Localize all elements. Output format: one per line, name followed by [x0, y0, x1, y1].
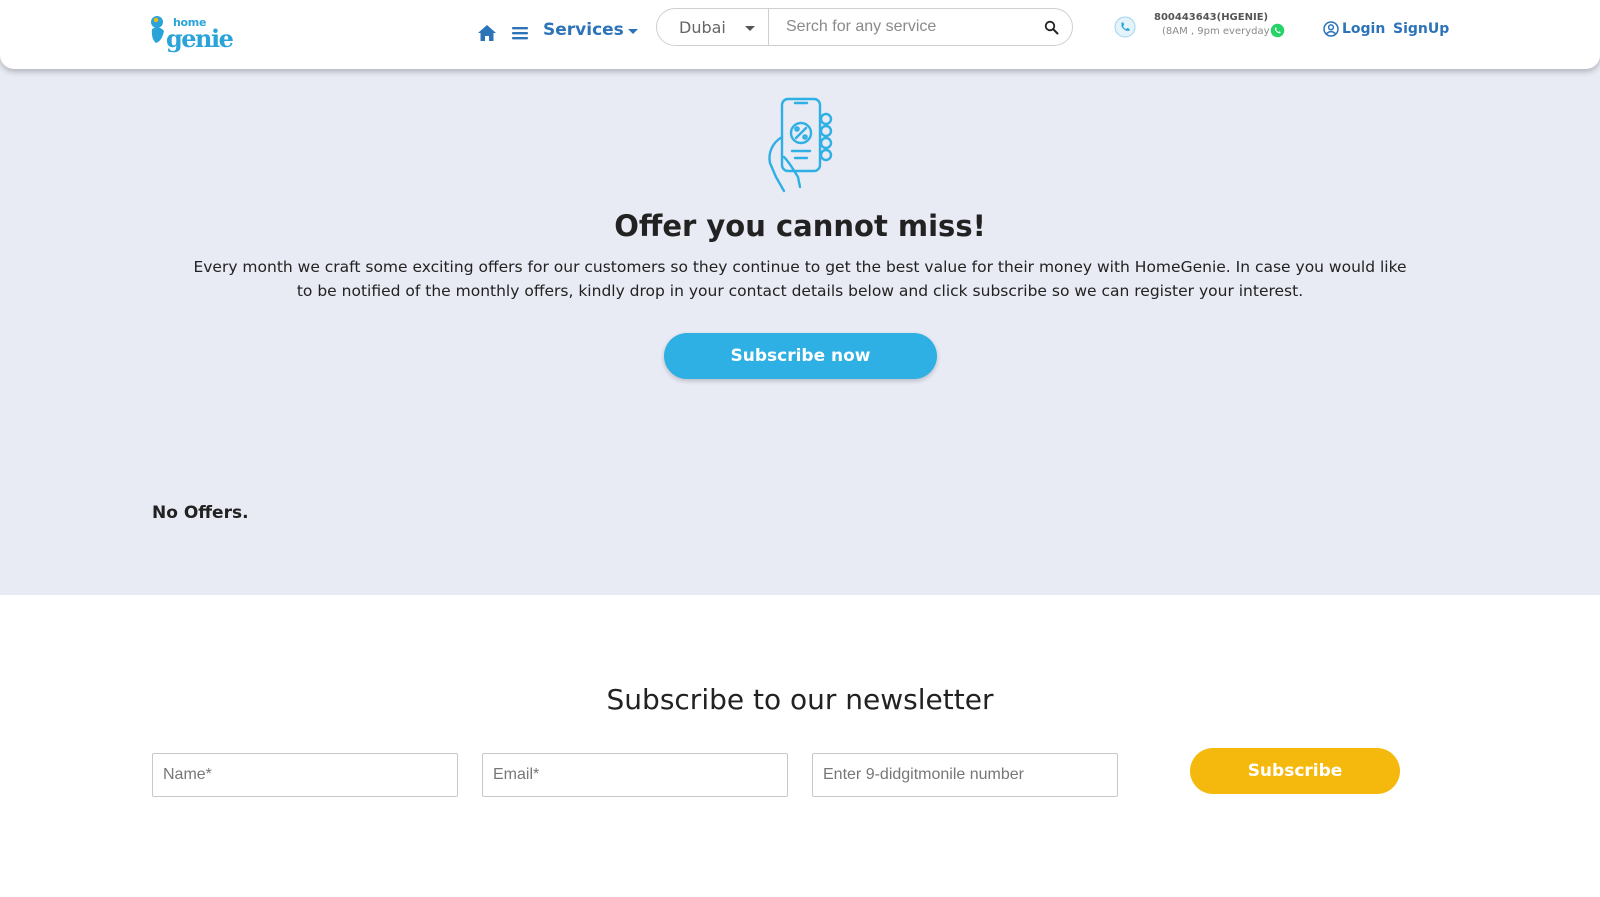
offer-section: Offer you cannot miss! Every month we cr… [0, 0, 1600, 595]
login-label: Login [1342, 21, 1386, 37]
services-label: Services [543, 20, 624, 40]
login-link[interactable]: Login [1323, 21, 1385, 37]
email-field[interactable] [482, 753, 788, 797]
user-icon [1323, 21, 1339, 37]
city-select-value: Dubai [679, 17, 726, 37]
search-bar: Dubai [656, 8, 1073, 46]
phone-number: 800443643(HGENIE) [1154, 12, 1269, 23]
search-input[interactable] [769, 9, 1030, 45]
site-header: home genie Services Dubai 800443643(HGEN… [0, 0, 1600, 69]
city-select[interactable]: Dubai [657, 9, 769, 45]
chevron-down-icon [745, 26, 755, 31]
offer-description: Every month we craft some exciting offer… [193, 258, 1407, 300]
name-field[interactable] [152, 753, 458, 797]
signup-link[interactable]: SignUp [1393, 21, 1449, 37]
search-icon [1044, 20, 1058, 34]
newsletter-title: Subscribe to our newsletter [606, 683, 994, 716]
mobile-field[interactable] [812, 753, 1118, 797]
services-dropdown[interactable]: Services [543, 20, 638, 40]
menu-icon[interactable] [509, 22, 531, 44]
chevron-down-icon [627, 28, 638, 34]
logo-text-genie: genie [166, 24, 234, 53]
phone-hours: (8AM , 9pm everyday [1162, 26, 1270, 37]
search-button[interactable] [1030, 9, 1072, 45]
no-offers-text: No Offers. [152, 503, 249, 523]
home-icon[interactable] [476, 22, 498, 44]
whatsapp-icon[interactable] [1270, 23, 1285, 38]
newsletter-subscribe-button[interactable]: Subscribe [1190, 748, 1400, 794]
mobile-offer-icon [768, 97, 833, 193]
phone-icon[interactable] [1114, 16, 1136, 38]
offer-title: Offer you cannot miss! [614, 209, 986, 243]
homegenie-logo[interactable]: home genie [150, 13, 234, 55]
subscribe-now-button[interactable]: Subscribe now [664, 333, 937, 379]
